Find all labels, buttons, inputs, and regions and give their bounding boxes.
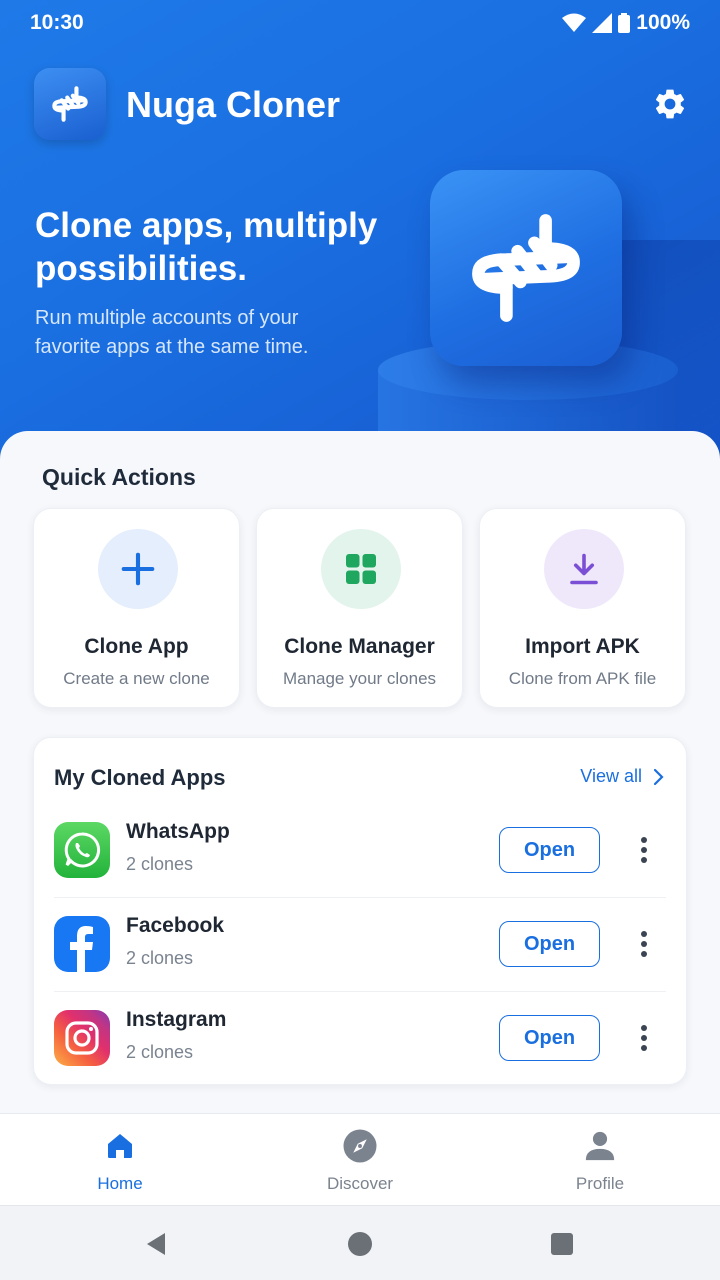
nav-label: Profile — [575, 1174, 625, 1193]
status-time: 10:30 — [30, 11, 84, 34]
compass-icon — [342, 1128, 378, 1164]
qa-label: Clone App — [84, 635, 189, 658]
battery-level: 100% — [636, 11, 690, 34]
view-all-label: View all — [580, 766, 642, 786]
import-apk-card[interactable]: Import APK Clone from APK file — [479, 508, 686, 708]
more-options-icon[interactable] — [634, 834, 654, 866]
qa-sublabel: Manage your clones — [282, 669, 437, 688]
app-row-whatsapp[interactable]: WhatsApp 2 clones Open — [54, 804, 666, 898]
clone-count: 2 clones — [126, 854, 194, 874]
back-icon[interactable] — [142, 1230, 170, 1258]
person-icon — [582, 1128, 618, 1164]
app-bar: Nuga Cloner — [34, 68, 690, 140]
hero-subline: Run multiple accounts of your favorite a… — [35, 307, 309, 358]
more-options-icon[interactable] — [634, 1022, 654, 1054]
app-name: WhatsApp — [126, 820, 230, 843]
qa-label: Import APK — [525, 635, 640, 658]
chevron-right-icon — [653, 768, 664, 785]
instagram-icon — [54, 1010, 110, 1066]
battery-icon — [618, 13, 631, 33]
open-button[interactable]: Open — [499, 921, 600, 967]
nav-home[interactable]: Home — [0, 1114, 240, 1206]
open-button[interactable]: Open — [499, 827, 600, 873]
app-row-facebook[interactable]: Facebook 2 clones Open — [54, 898, 666, 992]
app-row-instagram[interactable]: Instagram 2 clones Open — [54, 992, 666, 1086]
wifi-icon — [562, 13, 587, 32]
status-icons: 100% — [562, 11, 690, 35]
nav-discover[interactable]: Discover — [240, 1114, 480, 1206]
more-options-icon[interactable] — [634, 928, 654, 960]
app-title: Nuga Cloner — [126, 84, 341, 125]
quick-actions-title: Quick Actions — [42, 464, 196, 490]
cloned-apps-title: My Cloned Apps — [54, 765, 226, 790]
qa-label: Clone Manager — [284, 635, 435, 658]
download-icon — [544, 529, 624, 609]
hero-headline: Clone apps, multiply possibilities. — [35, 206, 378, 288]
system-navigation-bar — [0, 1205, 720, 1280]
home-icon — [102, 1128, 138, 1164]
status-bar: 10:30 100% — [0, 0, 720, 46]
view-all-link[interactable]: View all — [580, 766, 664, 787]
hero-banner: 10:30 100% Nuga Cloner Clone apps, multi… — [0, 0, 720, 470]
clone-app-card[interactable]: Clone App Create a new clone — [33, 508, 240, 708]
clone-count: 2 clones — [126, 948, 194, 968]
qa-sublabel: Clone from APK file — [508, 669, 657, 688]
nav-profile[interactable]: Profile — [480, 1114, 720, 1206]
facebook-icon — [54, 916, 110, 972]
signal-icon — [592, 13, 613, 33]
open-button[interactable]: Open — [499, 1015, 600, 1061]
app-name: Facebook — [126, 914, 225, 937]
nav-label: Home — [97, 1174, 143, 1193]
cloned-apps-card: My Cloned Apps View all WhatsApp 2 clone… — [33, 737, 687, 1085]
home-button-icon[interactable] — [346, 1230, 374, 1258]
cloner-logo-icon — [34, 68, 106, 140]
nav-label: Discover — [326, 1174, 394, 1193]
content-sheet: Quick Actions Clone App Create a new clo… — [0, 431, 720, 1121]
hero-cloner-icon — [430, 170, 622, 366]
clone-manager-card[interactable]: Clone Manager Manage your clones — [256, 508, 463, 708]
clone-count: 2 clones — [126, 1042, 194, 1062]
whatsapp-icon — [54, 822, 110, 878]
grid-icon — [321, 529, 401, 609]
qa-sublabel: Create a new clone — [63, 669, 210, 688]
recents-icon[interactable] — [548, 1230, 576, 1258]
plus-icon — [98, 529, 178, 609]
app-name: Instagram — [126, 1008, 227, 1031]
gear-icon[interactable] — [650, 84, 690, 124]
bottom-navigation: Home Discover Profile — [0, 1113, 720, 1205]
